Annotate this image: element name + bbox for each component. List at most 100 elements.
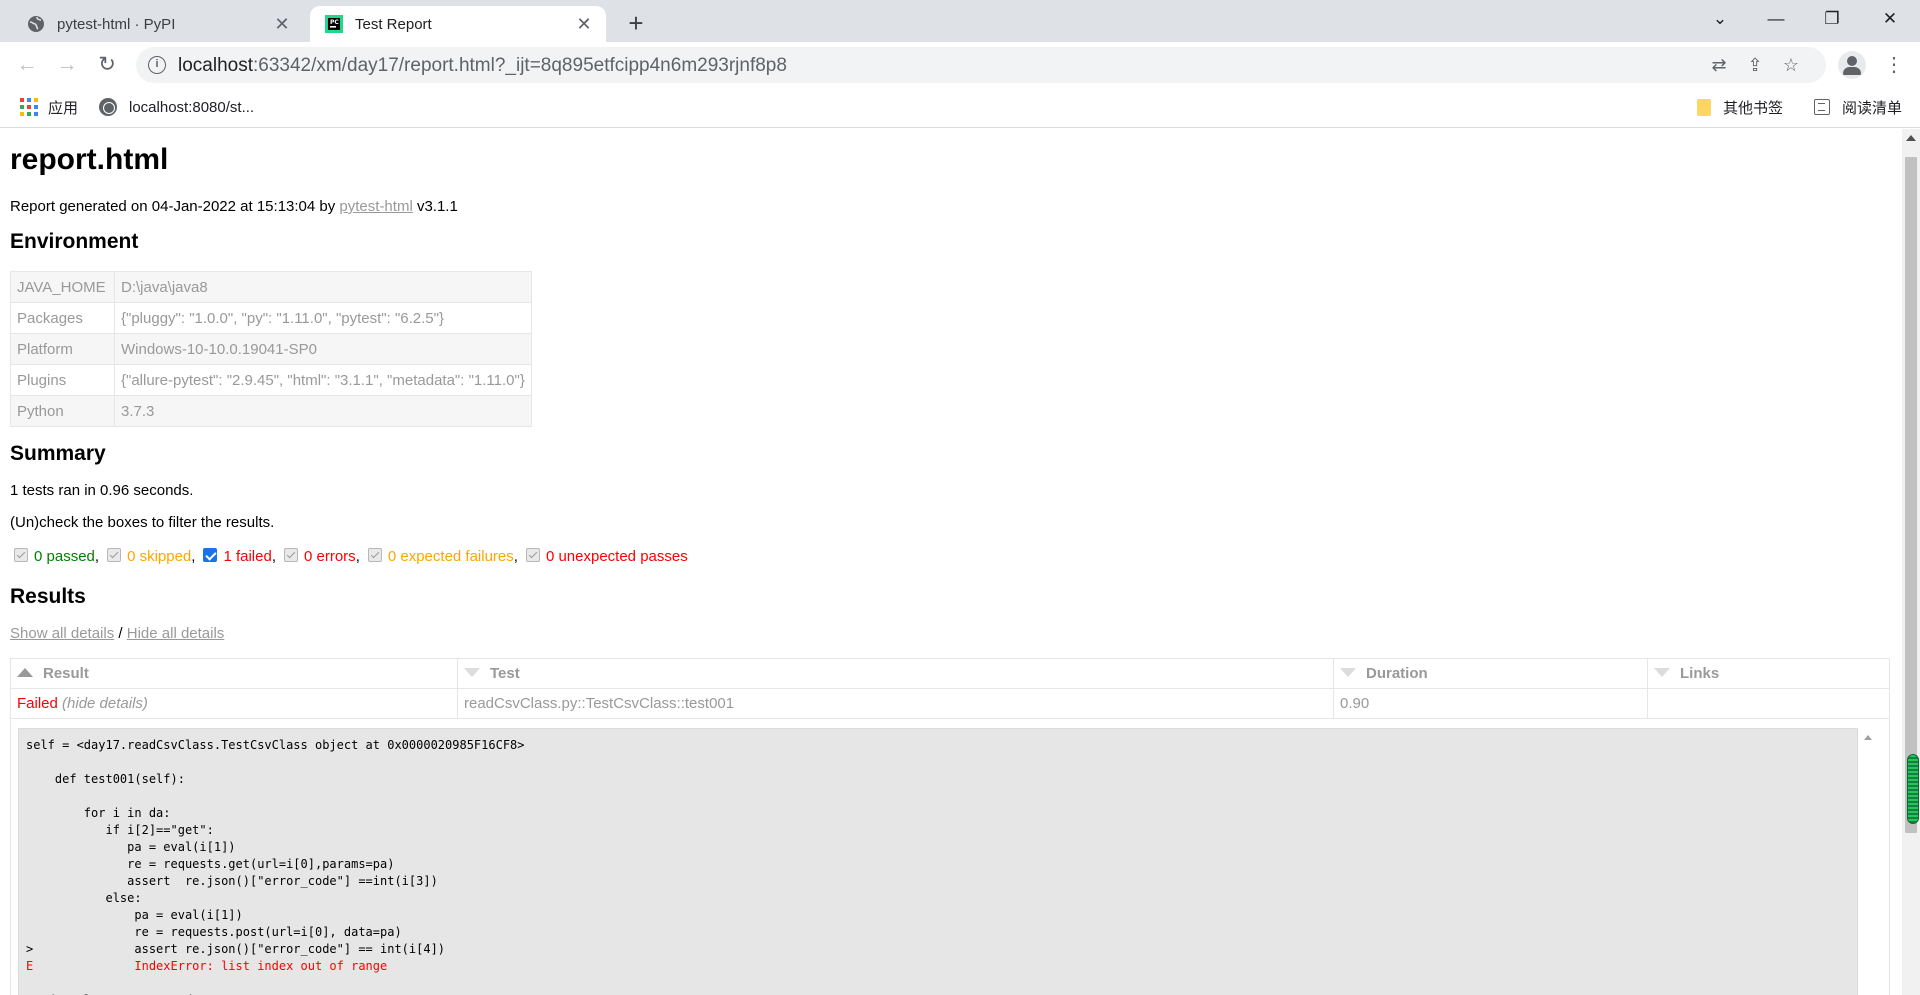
site-info-icon[interactable]: i [148,56,166,74]
filter-failed[interactable]: 1 failed, [203,548,276,565]
filter-checkbox[interactable] [203,548,218,562]
log-line: else: [26,891,142,905]
reload-icon[interactable]: ↻ [92,50,122,80]
results-heading: Results [10,585,86,608]
tab-search-chevron-icon[interactable]: ⌄ [1692,0,1748,42]
filter-label: 0 passed [34,548,95,565]
scroll-up-arrow-icon[interactable] [1906,135,1916,141]
column-header-result[interactable]: Result [10,658,458,689]
environment-key: Packages [10,302,115,334]
result-cell: Failed (hide details) [10,688,458,719]
tab-pypi[interactable]: pytest-html · PyPI ✕ [12,6,304,42]
globe-icon [99,98,117,116]
details-toggle-links: Show all details / Hide all details [10,625,225,642]
tab-strip: pytest-html · PyPI ✕ PC Test Report ✕ + … [0,0,1920,42]
filter-checkbox[interactable] [284,548,298,562]
hide-details-toggle[interactable]: (hide details) [62,695,148,712]
log-line: pa = eval(i[1]) [26,908,243,922]
log-line: re = requests.post(url=i[0], data=pa) [26,925,402,939]
log-line: if i[2]=="get": [26,823,214,837]
duration-cell: 0.90 [1333,688,1648,719]
svg-text:PC: PC [330,19,339,26]
forward-icon[interactable]: → [52,50,82,80]
filter-skipped[interactable]: 0 skipped, [107,548,195,565]
environment-key: Python [10,395,115,427]
log-line: > assert re.json()["error_code"] == int(… [26,942,446,956]
bookmark-star-icon[interactable]: ☆ [1778,52,1804,78]
filter-hint: (Un)check the boxes to filter the result… [10,514,275,531]
filter-label: 0 skipped [127,548,192,565]
translate-icon[interactable]: ⇄ [1706,52,1732,78]
more-menu-icon[interactable]: ⋮ [1884,52,1904,78]
show-all-details-link[interactable]: Show all details [10,625,114,642]
address-bar[interactable]: i localhost:63342/xm/day17/report.html?_… [136,47,1826,83]
bookmarks-bar: 应用 localhost:8080/st... 其他书签 阅读清单 [0,88,1920,128]
bookmark-apps[interactable]: 应用 [20,88,78,126]
environment-row: JAVA_HOME D:\java\java8 [10,271,532,303]
filter-error[interactable]: 0 errors, [284,548,360,565]
environment-key: JAVA_HOME [10,271,115,303]
filter-checkbox[interactable] [14,548,28,562]
filter-xpassed[interactable]: 0 unexpected passes [525,548,688,565]
restore-icon[interactable]: ❐ [1804,0,1860,42]
bookmark-label: 应用 [48,99,79,117]
table-row[interactable]: Failed (hide details) readCsvClass.py::T… [10,688,1890,719]
result-status: Failed [17,695,58,712]
environment-heading: Environment [10,230,139,253]
column-header-duration[interactable]: Duration [1333,658,1648,689]
tab-test-report[interactable]: PC Test Report ✕ [310,6,606,42]
environment-value: Windows-10-10.0.19041-SP0 [114,333,532,365]
log-line: assert re.json()["error_code"] ==int(i[3… [26,874,438,888]
filter-checkbox[interactable] [525,548,540,562]
close-window-icon[interactable]: ✕ [1862,0,1918,42]
bookmark-localhost[interactable]: localhost:8080/st... [99,88,254,126]
new-tab-icon[interactable]: + [620,8,652,40]
environment-value: {"allure-pytest": "2.9.45", "html": "3.1… [114,364,532,396]
tab-title: pytest-html · PyPI [57,15,176,33]
page-scrollbar[interactable] [1902,129,1920,995]
bookmark-label: 其他书签 [1723,99,1784,117]
environment-value: D:\java\java8 [114,271,532,303]
hide-all-details-link[interactable]: Hide all details [127,625,225,642]
filter-checkbox[interactable] [367,548,382,562]
filter-label: 1 failed [223,548,272,565]
column-header-links[interactable]: Links [1647,658,1890,689]
bookmark-label: localhost:8080/st... [129,98,255,116]
results-header-row: Result Test Duration Links [10,658,1890,689]
log-line: re = requests.get(url=i[0],params=pa) [26,857,395,871]
bookmark-other-folder[interactable]: 其他书签 [1697,88,1783,126]
share-icon[interactable]: ⇪ [1742,52,1768,78]
filter-checkbox[interactable] [107,548,122,562]
back-icon[interactable]: ← [12,50,42,80]
test-name-cell: readCsvClass.py::TestCsvClass::test001 [457,688,1334,719]
green-grip-widget[interactable] [1907,754,1919,824]
log-scroll-up-icon[interactable] [1864,735,1872,740]
filter-label: 0 expected failures [387,548,514,565]
close-tab-icon[interactable]: ✕ [574,14,594,34]
failure-log[interactable]: self = <day17.readCsvClass.TestCsvClass … [18,728,1858,995]
close-tab-icon[interactable]: ✕ [272,14,292,34]
bookmark-label: 阅读清单 [1842,99,1903,117]
environment-row: Python 3.7.3 [10,395,532,427]
environment-row: Platform Windows-10-10.0.19041-SP0 [10,333,532,365]
scrollbar-thumb[interactable] [1905,157,1917,833]
page-title: report.html [10,143,169,176]
profile-avatar-icon[interactable] [1838,51,1866,79]
log-line: def test001(self): [26,772,185,786]
pytest-html-link[interactable]: pytest-html [339,198,412,215]
environment-value: {"pluggy": "1.0.0", "py": "1.11.0", "pyt… [114,302,532,334]
column-header-test[interactable]: Test [457,658,1334,689]
url-text[interactable]: localhost:63342/xm/day17/report.html?_ij… [178,55,787,77]
log-line: self = <day17.readCsvClass.TestCsvClass … [26,738,525,752]
pycharm-icon: PC [325,15,343,33]
browser-toolbar: ← → ↻ i localhost:63342/xm/day17/report.… [0,42,1920,88]
minimize-icon[interactable]: — [1748,0,1804,42]
filter-passed[interactable]: 0 passed, [14,548,99,565]
links-cell [1647,688,1890,719]
result-filters: 0 passed, 0 skipped, 1 failed, 0 errors, 0 e… [14,548,696,565]
sort-asc-icon [17,668,33,677]
filter-xfailed[interactable]: 0 expected failures, [367,548,518,565]
reading-list[interactable]: 阅读清单 [1814,88,1902,126]
